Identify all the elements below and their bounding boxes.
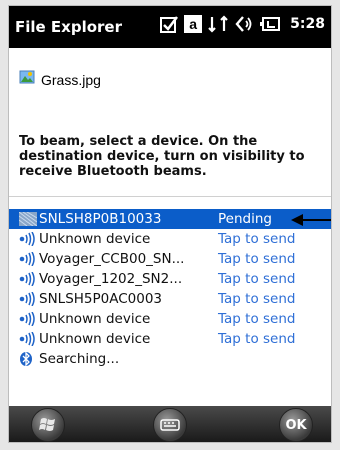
device-name: Voyager_1202_SN2... xyxy=(39,271,183,287)
device-status: Tap to send xyxy=(218,271,296,287)
softkey-bar: OK xyxy=(9,406,331,442)
device-name: SNLSH5P0AC0003 xyxy=(39,291,163,307)
device-status: Tap to send xyxy=(218,311,296,327)
device-name: Unknown device xyxy=(39,311,151,327)
file-name: Grass.jpg xyxy=(41,71,101,88)
ok-button[interactable]: OK xyxy=(279,408,313,442)
device-row[interactable]: Unknown device Tap to send xyxy=(9,309,331,329)
battery-icon[interactable] xyxy=(260,15,282,33)
file-item: Grass.jpg xyxy=(19,69,101,90)
device-row[interactable]: Voyager_CCB00_SN... Tap to send xyxy=(9,249,331,269)
device-status: Pending xyxy=(218,211,272,227)
searching-row: Searching... xyxy=(9,349,331,369)
device-icon xyxy=(18,211,38,227)
bluetooth-icon xyxy=(19,351,37,367)
beam-icon xyxy=(19,291,37,307)
title-bar: File Explorer a 5:28 xyxy=(9,6,331,48)
device-status: Tap to send xyxy=(218,291,296,307)
beam-instructions: To beam, select a device. On the destina… xyxy=(19,134,305,179)
clock[interactable]: 5:28 xyxy=(290,16,325,32)
device-row[interactable]: Unknown device Tap to send xyxy=(9,229,331,249)
beam-icon xyxy=(19,251,37,267)
beam-icon xyxy=(19,271,37,287)
checkbox-icon[interactable] xyxy=(160,15,179,33)
keyboard-icon[interactable] xyxy=(153,408,187,442)
divider xyxy=(9,196,331,197)
app-title: File Explorer xyxy=(15,18,122,36)
network-icon[interactable] xyxy=(208,15,228,33)
a-box-icon[interactable]: a xyxy=(184,15,203,33)
beam-icon xyxy=(19,231,37,247)
device-name: Unknown device xyxy=(39,331,151,347)
device-status: Tap to send xyxy=(218,331,296,347)
device-status: Tap to send xyxy=(218,251,296,267)
volume-icon[interactable] xyxy=(234,15,254,33)
device-row[interactable]: SNLSH8P0B10033 Pending xyxy=(9,209,331,229)
device-name: Voyager_CCB00_SN... xyxy=(39,251,185,267)
device-status: Tap to send xyxy=(218,231,296,247)
searching-label: Searching... xyxy=(39,351,120,367)
beam-icon xyxy=(19,331,37,347)
device-row[interactable]: Unknown device Tap to send xyxy=(9,329,331,349)
device-row[interactable]: SNLSH5P0AC0003 Tap to send xyxy=(9,289,331,309)
device-name: Unknown device xyxy=(39,231,151,247)
device-list: SNLSH8P0B10033 Pending Unknown device Ta… xyxy=(9,209,331,369)
windows-start-icon[interactable] xyxy=(31,408,65,442)
pointer-arrow-icon xyxy=(291,213,331,232)
status-icons: a 5:28 xyxy=(160,15,325,33)
image-file-icon xyxy=(19,69,35,90)
beam-icon xyxy=(19,311,37,327)
device-name: SNLSH8P0B10033 xyxy=(39,211,162,227)
file-explorer-window: File Explorer a 5:28 Grass.jpg To beam, … xyxy=(8,5,332,443)
device-row[interactable]: Voyager_1202_SN2... Tap to send xyxy=(9,269,331,289)
